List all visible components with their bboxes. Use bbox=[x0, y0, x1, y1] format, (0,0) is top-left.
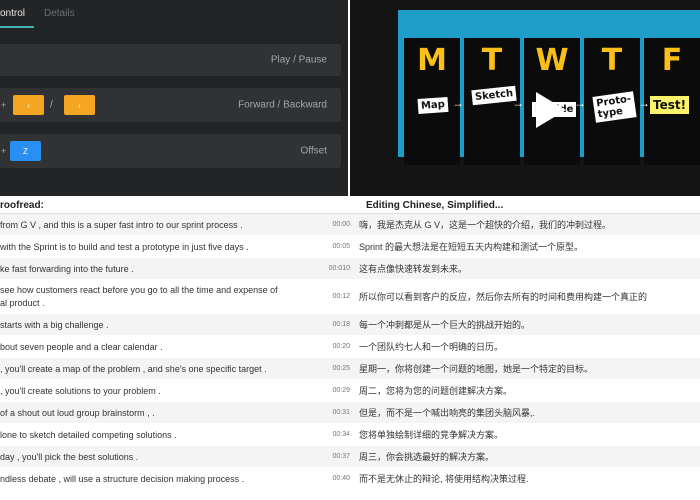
translation-field[interactable]: 所以你可以看到客户的反应，然后你去所有的时间和费用构建一个真正的 bbox=[359, 291, 694, 304]
source-text: , you'll create solutions to your proble… bbox=[0, 385, 161, 396]
play-pause-label: Play / Pause bbox=[270, 54, 327, 66]
transcript-row[interactable]: lone to sketch detailed competing soluti… bbox=[0, 424, 700, 446]
transcript-row[interactable]: starts with a big challenge . 00:18 每一个冲刺都… bbox=[0, 314, 700, 336]
timestamp[interactable]: 00:29 bbox=[322, 387, 350, 394]
proofread-header: roofread: bbox=[0, 200, 44, 211]
timestamp[interactable]: 00:20 bbox=[322, 343, 350, 350]
arrow-icon: → bbox=[512, 96, 524, 110]
editing-language-header: Editing Chinese, Simplified... bbox=[366, 200, 504, 211]
translation-field[interactable]: 嗨，我是杰克从 G V，这是一个超快的介绍，我们的冲刺过程。 bbox=[359, 219, 694, 232]
transcript-row[interactable]: from G V , and this is a super fast intr… bbox=[0, 214, 700, 236]
shortcut-row-forward-backward[interactable]: + ‹ / › Forward / Backward bbox=[0, 88, 341, 122]
source-text: day , you'll pick the best solutions . bbox=[0, 451, 139, 462]
translation-field[interactable]: 周二，您将为您的问题创建解决方案。 bbox=[359, 385, 694, 398]
timestamp[interactable]: 00:010 bbox=[322, 265, 350, 272]
step-label-test: Test! bbox=[650, 96, 690, 114]
arrow-icon: → bbox=[574, 96, 586, 110]
modifier-plus: + bbox=[1, 146, 7, 156]
arrow-icon: → bbox=[452, 96, 464, 110]
shortcut-row-offset[interactable]: + Z Offset bbox=[0, 134, 341, 168]
day-letter: F bbox=[661, 43, 683, 78]
shortcut-control-panel: ontrol Details Play / Pause + ‹ / › Forw… bbox=[0, 0, 348, 196]
source-text: lone to sketch detailed competing soluti… bbox=[0, 429, 177, 440]
transcript-row[interactable]: ndless debate , will use a structure dec… bbox=[0, 468, 700, 490]
source-text: starts with a big challenge . bbox=[0, 319, 109, 330]
forward-key[interactable]: › bbox=[64, 95, 95, 115]
translation-field[interactable]: 每一个冲刺都是从一个巨大的挑战开始的。 bbox=[359, 319, 694, 332]
forward-backward-label: Forward / Backward bbox=[238, 99, 327, 111]
source-text: bout seven people and a clear calendar . bbox=[0, 341, 163, 352]
translation-field[interactable]: 但是，而不是一个喊出响亮的集团头脑风暴,. bbox=[359, 407, 694, 420]
active-tab-indicator bbox=[0, 26, 34, 28]
transcript-row[interactable]: see how customers react before you go to… bbox=[0, 280, 700, 314]
video-player[interactable]: M T W T F Map Sketch Decide Proto- type … bbox=[350, 0, 700, 196]
arrow-icon: → bbox=[638, 96, 650, 110]
day-letter: M bbox=[417, 43, 447, 78]
transcript-row[interactable]: , you'll create a map of the problem , a… bbox=[0, 358, 700, 380]
transcript-row[interactable]: with the Sprint is to build and test a p… bbox=[0, 236, 700, 258]
step-label-map: Map bbox=[417, 96, 449, 115]
timestamp[interactable]: 00:18 bbox=[322, 321, 350, 328]
source-text: from G V , and this is a super fast intr… bbox=[0, 219, 243, 230]
timestamp[interactable]: 00:05 bbox=[322, 243, 350, 250]
source-text: with the Sprint is to build and test a p… bbox=[0, 241, 249, 252]
translation-field[interactable]: 一个团队约七人和一个明确的日历。 bbox=[359, 341, 694, 354]
offset-key[interactable]: Z bbox=[10, 141, 41, 161]
offset-label: Offset bbox=[300, 145, 328, 157]
key-separator: / bbox=[50, 99, 53, 111]
translation-field[interactable]: 而不是无休止的辩论, 将使用结构决策过程. bbox=[359, 473, 694, 486]
translation-field[interactable]: 这有点像快速转发到未来。 bbox=[359, 263, 694, 276]
day-letter: T bbox=[481, 43, 503, 78]
day-letter: T bbox=[601, 43, 623, 78]
tab-control[interactable]: ontrol bbox=[0, 8, 25, 19]
timestamp[interactable]: 00:00 bbox=[322, 221, 350, 228]
timestamp[interactable]: 00:31 bbox=[322, 409, 350, 416]
modifier-plus: + bbox=[1, 100, 7, 110]
timestamp[interactable]: 00:40 bbox=[322, 475, 350, 482]
video-frame-image: M T W T F Map Sketch Decide Proto- type … bbox=[398, 10, 700, 165]
transcript-editor: roofread: Editing Chinese, Simplified...… bbox=[0, 196, 700, 500]
timestamp[interactable]: 00:12 bbox=[322, 293, 350, 300]
timestamp[interactable]: 00:37 bbox=[322, 453, 350, 460]
transcript-row[interactable]: bout seven people and a clear calendar .… bbox=[0, 336, 700, 358]
translation-field[interactable]: Sprint 的最大想法是在短短五天内构建和测试一个原型。 bbox=[359, 241, 694, 254]
source-text: , you'll create a map of the problem , a… bbox=[0, 363, 267, 374]
source-text: ndless debate , will use a structure dec… bbox=[0, 473, 245, 484]
shortcut-row-play-pause[interactable]: Play / Pause bbox=[0, 44, 341, 76]
tab-details[interactable]: Details bbox=[44, 8, 75, 19]
transcript-row[interactable]: of a shout out loud group brainstorm , .… bbox=[0, 402, 700, 424]
play-triangle-icon[interactable] bbox=[536, 92, 566, 128]
backward-key[interactable]: ‹ bbox=[13, 95, 44, 115]
day-letter: W bbox=[535, 43, 569, 78]
source-text: of a shout out loud group brainstorm , . bbox=[0, 407, 155, 418]
source-text: see how customers react before you go to… bbox=[0, 285, 278, 308]
translation-field[interactable]: 周三，你会挑选最好的解决方案。 bbox=[359, 451, 694, 464]
transcript-row[interactable]: , you'll create solutions to your proble… bbox=[0, 380, 700, 402]
translation-field[interactable]: 星期一，你将创建一个问题的地图，她是一个特定的目标。 bbox=[359, 363, 694, 376]
translation-field[interactable]: 您将单独绘制详细的竞争解决方案。 bbox=[359, 429, 694, 442]
transcript-row[interactable]: day , you'll pick the best solutions . 00… bbox=[0, 446, 700, 468]
timestamp[interactable]: 00:25 bbox=[322, 365, 350, 372]
transcript-row[interactable]: ke fast forwarding into the future . 00:0… bbox=[0, 258, 700, 280]
source-text: ke fast forwarding into the future . bbox=[0, 263, 134, 274]
timestamp[interactable]: 00:34 bbox=[322, 431, 350, 438]
